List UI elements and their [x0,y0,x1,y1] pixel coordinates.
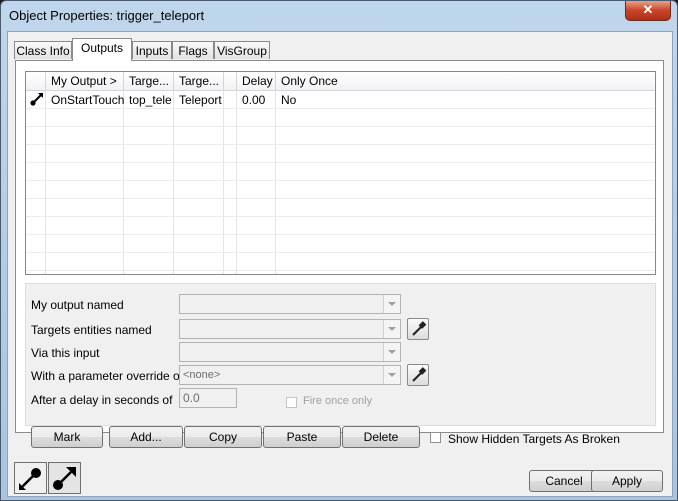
row-only-once: No [281,93,297,107]
tab-inputs[interactable]: Inputs [132,41,172,59]
col-param-header[interactable] [224,72,237,90]
delete-button[interactable]: Delete [342,426,420,448]
my-output-label: My output named [31,298,124,312]
grid-hline [26,144,655,145]
grid-vline [236,90,237,274]
show-hidden-checkbox[interactable] [430,432,441,443]
chevron-down-icon [383,366,400,384]
eyedropper-icon [412,367,427,382]
show-outputs-toggle[interactable] [14,462,47,494]
eyedropper-button[interactable] [407,364,429,386]
tab-visgroup[interactable]: VisGroup [214,41,270,59]
targets-label: Targets entities named [31,323,152,337]
row-delay: 0.00 [242,93,266,107]
via-input-label: Via this input [31,346,100,360]
row-target-entity: top_tele [129,93,172,107]
object-properties-window: Object Properties: trigger_teleport ✕ Cl… [0,0,678,501]
grid-hline [26,126,655,127]
title-bar[interactable]: Object Properties: trigger_teleport ✕ [1,1,677,31]
param-value: <none> [183,369,221,381]
grid-vline [173,90,174,274]
fire-once-checkbox[interactable] [286,397,297,408]
col-target-input-header[interactable]: Targe... [174,72,224,90]
tab-flags[interactable]: Flags [172,41,214,59]
copy-button[interactable]: Copy [184,426,262,448]
eyedropper-icon [412,321,427,336]
mark-button[interactable]: Mark [31,426,103,448]
dialog-client: Class Info Outputs Inputs Flags VisGroup… [7,31,673,497]
grid-vline [275,90,276,274]
output-arrow-icon [26,91,46,109]
via-input-combo[interactable] [179,342,401,362]
col-icon-header[interactable] [26,72,46,90]
param-label: With a parameter override of [31,369,184,383]
grid-hline [26,180,655,181]
col-my-output-header[interactable]: My Output > [46,72,124,90]
delay-input[interactable]: 0.0 [179,388,237,408]
close-icon: ✕ [642,2,654,17]
chevron-down-icon [383,320,400,338]
outputs-connection-icon [19,468,41,490]
row-my-output: OnStartTouch [51,93,124,107]
col-target-entity-header[interactable]: Targe... [124,72,174,90]
col-only-once-header[interactable]: Only Once [276,72,655,90]
window-title: Object Properties: trigger_teleport [9,8,205,23]
my-output-combo[interactable] [179,294,401,314]
add-button[interactable]: Add... [109,426,183,448]
chevron-down-icon [383,295,400,313]
paste-button[interactable]: Paste [263,426,341,448]
grid-vline [223,90,224,274]
close-button[interactable]: ✕ [625,1,671,21]
cancel-button[interactable]: Cancel [529,470,599,492]
list-header: My Output > Targe... Targe... Delay Only… [26,72,655,91]
show-hidden-label: Show Hidden Targets As Broken [448,432,620,446]
outputs-panel: My Output > Targe... Targe... Delay Only… [15,60,664,433]
grid-hline [26,162,655,163]
grid-hline [26,216,655,217]
grid-hline [26,252,655,253]
show-inputs-toggle[interactable] [48,462,81,494]
grid-vline [45,90,46,274]
delay-label: After a delay in seconds of [31,393,173,407]
inputs-connection-icon [53,467,76,490]
fire-once-label: Fire once only [303,395,373,407]
output-edit-group: My output named Targets entities named V… [25,283,656,426]
grid-hline [26,270,655,271]
targets-combo[interactable] [179,319,401,339]
grid-hline [26,234,655,235]
grid-vline [123,90,124,274]
outputs-list[interactable]: My Output > Targe... Targe... Delay Only… [25,71,656,275]
tab-class-info[interactable]: Class Info [14,41,72,59]
row-target-input: Teleport [179,93,222,107]
apply-button[interactable]: Apply [591,470,663,492]
param-combo[interactable]: <none> [179,365,401,385]
chevron-down-icon [383,343,400,361]
grid-hline [26,198,655,199]
col-delay-header[interactable]: Delay [237,72,276,90]
tab-outputs[interactable]: Outputs [72,38,132,61]
eyedropper-button[interactable] [407,318,429,340]
